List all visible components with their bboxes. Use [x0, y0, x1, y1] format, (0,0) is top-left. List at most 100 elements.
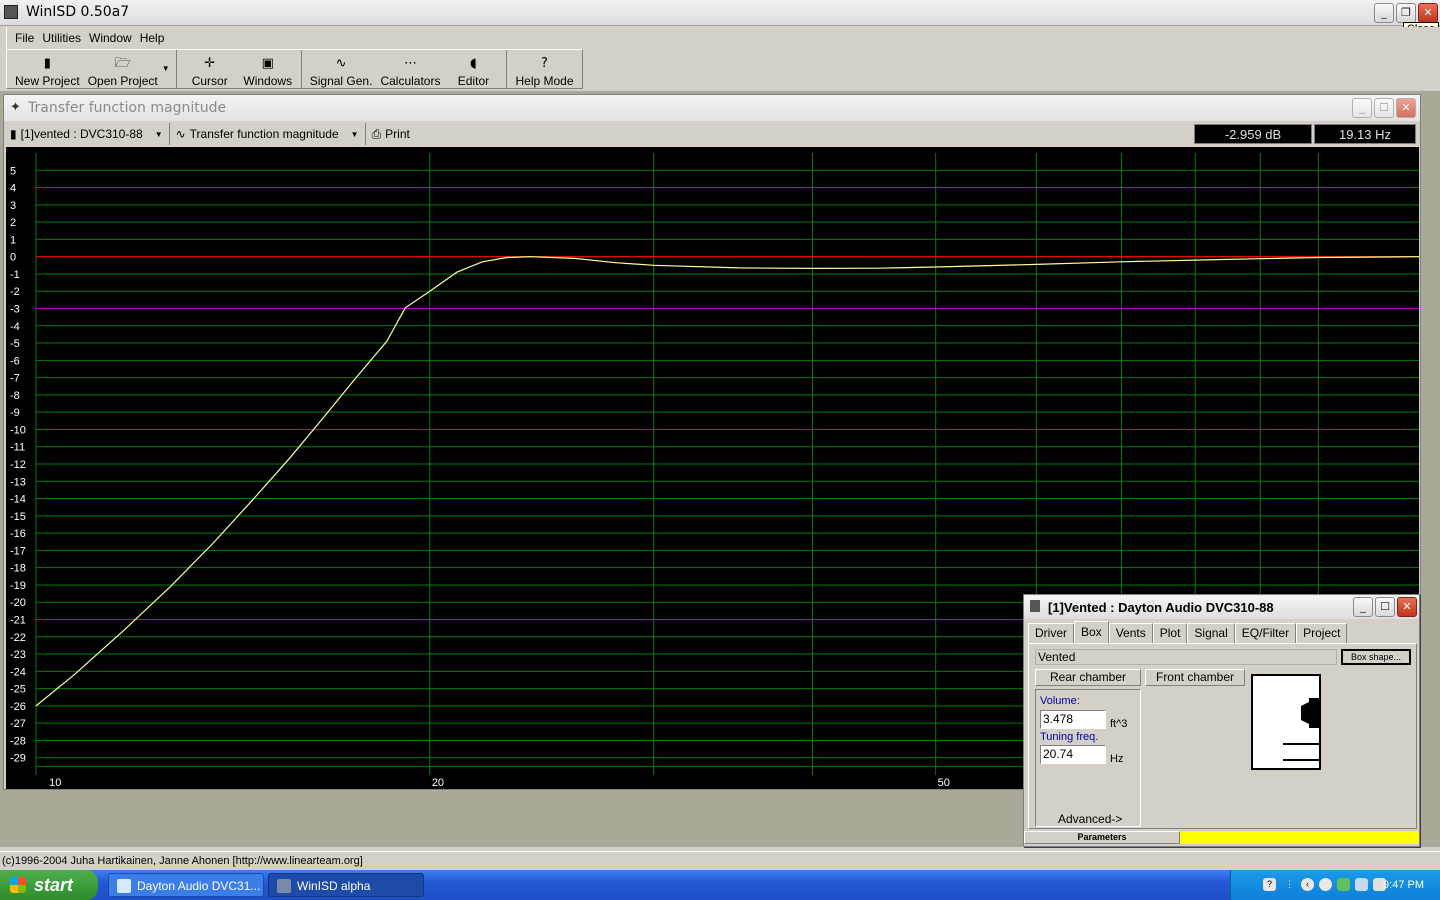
menu-window[interactable]: Window [85, 31, 136, 45]
editor-button[interactable]: ◖ Editor [444, 50, 502, 89]
box-properties-window: [1]Vented : Dayton Audio DVC310-88 _ ☐ ✕… [1023, 594, 1420, 847]
box-window-titlebar[interactable]: [1]Vented : Dayton Audio DVC310-88 _ ☐ ✕ [1024, 595, 1419, 619]
y-tick-label: -15 [10, 511, 26, 523]
box-maximize-button[interactable]: ☐ [1375, 597, 1395, 617]
chart-maximize-button[interactable]: ☐ [1374, 98, 1394, 118]
readout-hz: 19.13 Hz [1314, 124, 1416, 144]
system-tray: ? ⋮ ‹ 9:47 PM [1230, 870, 1440, 900]
box-shape-button[interactable]: Box shape... [1341, 649, 1411, 665]
y-tick-label: -10 [10, 424, 26, 436]
help-tray-icon[interactable]: ? [1263, 878, 1276, 891]
y-tick-label: -26 [10, 701, 26, 713]
main-toolbar: ▮ New Project 🗁 Open Project ▼ ✛ Cursor ▣ Wi… [6, 49, 583, 89]
windows-button[interactable]: ▣ Windows [239, 50, 297, 89]
menu-utilities[interactable]: Utilities [38, 31, 85, 45]
pin-icon[interactable]: ✦ [10, 99, 21, 115]
chart-minimize-button[interactable]: _ [1352, 98, 1372, 118]
box-close-button[interactable]: ✕ [1397, 597, 1417, 617]
chevron-down-icon: ▼ [350, 129, 359, 139]
box-diagram [1251, 674, 1321, 770]
menu-help[interactable]: Help [136, 31, 169, 45]
volume-input[interactable]: 3.478 [1040, 710, 1106, 729]
y-tick-label: -2 [10, 286, 20, 298]
box-minimize-button[interactable]: _ [1353, 597, 1373, 617]
task-dayton[interactable]: Dayton Audio DVC31... [108, 873, 264, 897]
y-tick-label: -7 [10, 373, 20, 385]
calculators-button[interactable]: ⋯ Calculators [376, 50, 444, 89]
cursor-button[interactable]: ✛ Cursor [181, 50, 239, 89]
check-icon[interactable] [1337, 878, 1350, 891]
signal-gen-button[interactable]: ∿ Signal Gen. [306, 50, 377, 89]
y-tick-label: -6 [10, 355, 20, 367]
y-tick-label: -9 [10, 407, 20, 419]
browser-icon [117, 879, 131, 893]
tab-box[interactable]: Box [1074, 621, 1109, 643]
tab-vents[interactable]: Vents [1108, 623, 1153, 643]
box-window-title: [1]Vented : Dayton Audio DVC310-88 [1048, 600, 1274, 615]
tab-eq-filter[interactable]: EQ/Filter [1234, 623, 1297, 643]
y-tick-label: -5 [10, 338, 20, 350]
box-tab-panel: Vented Box shape... Rear chamber Front c… [1028, 643, 1417, 829]
y-tick-label: -28 [10, 735, 26, 747]
project-select[interactable]: ▮ [1]vented : DVC310-88 ▼ [4, 123, 170, 145]
tuning-input[interactable]: 20.74 [1040, 745, 1106, 764]
back-arrow-icon[interactable]: ‹ [1301, 878, 1314, 891]
y-tick-label: -12 [10, 459, 26, 471]
box-type-field[interactable]: Vented [1035, 649, 1337, 665]
driver-cone [1301, 702, 1309, 724]
tab-project[interactable]: Project [1296, 623, 1348, 643]
y-tick-label: -20 [10, 597, 26, 609]
status-bar: (c)1996-2004 Juha Hartikainen, Janne Aho… [0, 851, 1440, 870]
sine-wave-icon: ∿ [335, 56, 347, 71]
parameters-button[interactable]: Parameters [1024, 831, 1180, 844]
network-icon[interactable] [1355, 878, 1368, 891]
clock: 9:47 PM [1383, 879, 1424, 891]
open-project-button[interactable]: 🗁 Open Project [84, 50, 162, 89]
chart-window-title: Transfer function magnitude [28, 100, 227, 116]
y-tick-label: -29 [10, 753, 26, 765]
restore-button[interactable]: ❐ [1396, 3, 1416, 23]
new-project-icon: ▮ [43, 56, 51, 71]
new-project-button[interactable]: ▮ New Project [11, 50, 84, 89]
chart-close-button[interactable]: ✕ [1396, 98, 1416, 118]
minimize-button[interactable]: _ [1374, 3, 1394, 23]
y-tick-label: -16 [10, 528, 26, 540]
calculator-icon: ⋯ [403, 56, 417, 71]
y-tick-label: -25 [10, 684, 26, 696]
graph-select[interactable]: ∿ Transfer function magnitude ▼ [170, 123, 366, 145]
y-tick-label: 5 [10, 165, 16, 177]
chart-window-titlebar[interactable]: ✦ Transfer function magnitude _ ☐ ✕ [4, 95, 1420, 121]
folder-open-icon: 🗁 [114, 56, 131, 71]
print-button[interactable]: ⎙ Print [366, 123, 416, 145]
help-mode-button[interactable]: ? Help Mode [511, 50, 577, 89]
rear-chamber-tab[interactable]: Rear chamber [1035, 669, 1141, 686]
box-status-bar: Parameters [1024, 831, 1419, 844]
tray-expand-icon[interactable]: ⋮ [1283, 878, 1296, 891]
security-icon[interactable] [1319, 878, 1332, 891]
y-tick-label: -23 [10, 649, 26, 661]
box-tabs: Driver Box Vents Plot Signal EQ/Filter P… [1028, 621, 1348, 643]
tab-signal[interactable]: Signal [1187, 623, 1235, 643]
app-icon[interactable] [4, 5, 18, 19]
project-icon: ▮ [10, 127, 17, 141]
close-button[interactable]: ✕ [1418, 3, 1438, 23]
printer-icon: ⎙ [371, 126, 382, 141]
front-chamber-tab[interactable]: Front chamber [1145, 669, 1245, 686]
menu-file[interactable]: File [11, 31, 38, 45]
y-tick-label: -22 [10, 632, 26, 644]
speaker-icon: ◖ [470, 56, 477, 71]
y-tick-label: -18 [10, 563, 26, 575]
windows-logo-icon [10, 877, 26, 893]
windows-icon: ▣ [261, 56, 274, 71]
menu-bar: File Utilities Window Help [0, 27, 1440, 49]
open-project-dropdown[interactable]: ▼ [162, 50, 172, 88]
volume-unit: ft^3 [1110, 718, 1128, 730]
task-winisd[interactable]: WinISD alpha [268, 873, 424, 897]
tab-driver[interactable]: Driver [1028, 623, 1074, 643]
tab-plot[interactable]: Plot [1152, 623, 1188, 643]
start-button[interactable]: start [0, 870, 98, 900]
taskbar: start Dayton Audio DVC31... WinISD alpha… [0, 870, 1440, 900]
y-tick-label: -11 [10, 442, 25, 454]
box-diagram-svg [1283, 698, 1319, 761]
advanced-button[interactable]: Advanced-> [1058, 812, 1122, 826]
